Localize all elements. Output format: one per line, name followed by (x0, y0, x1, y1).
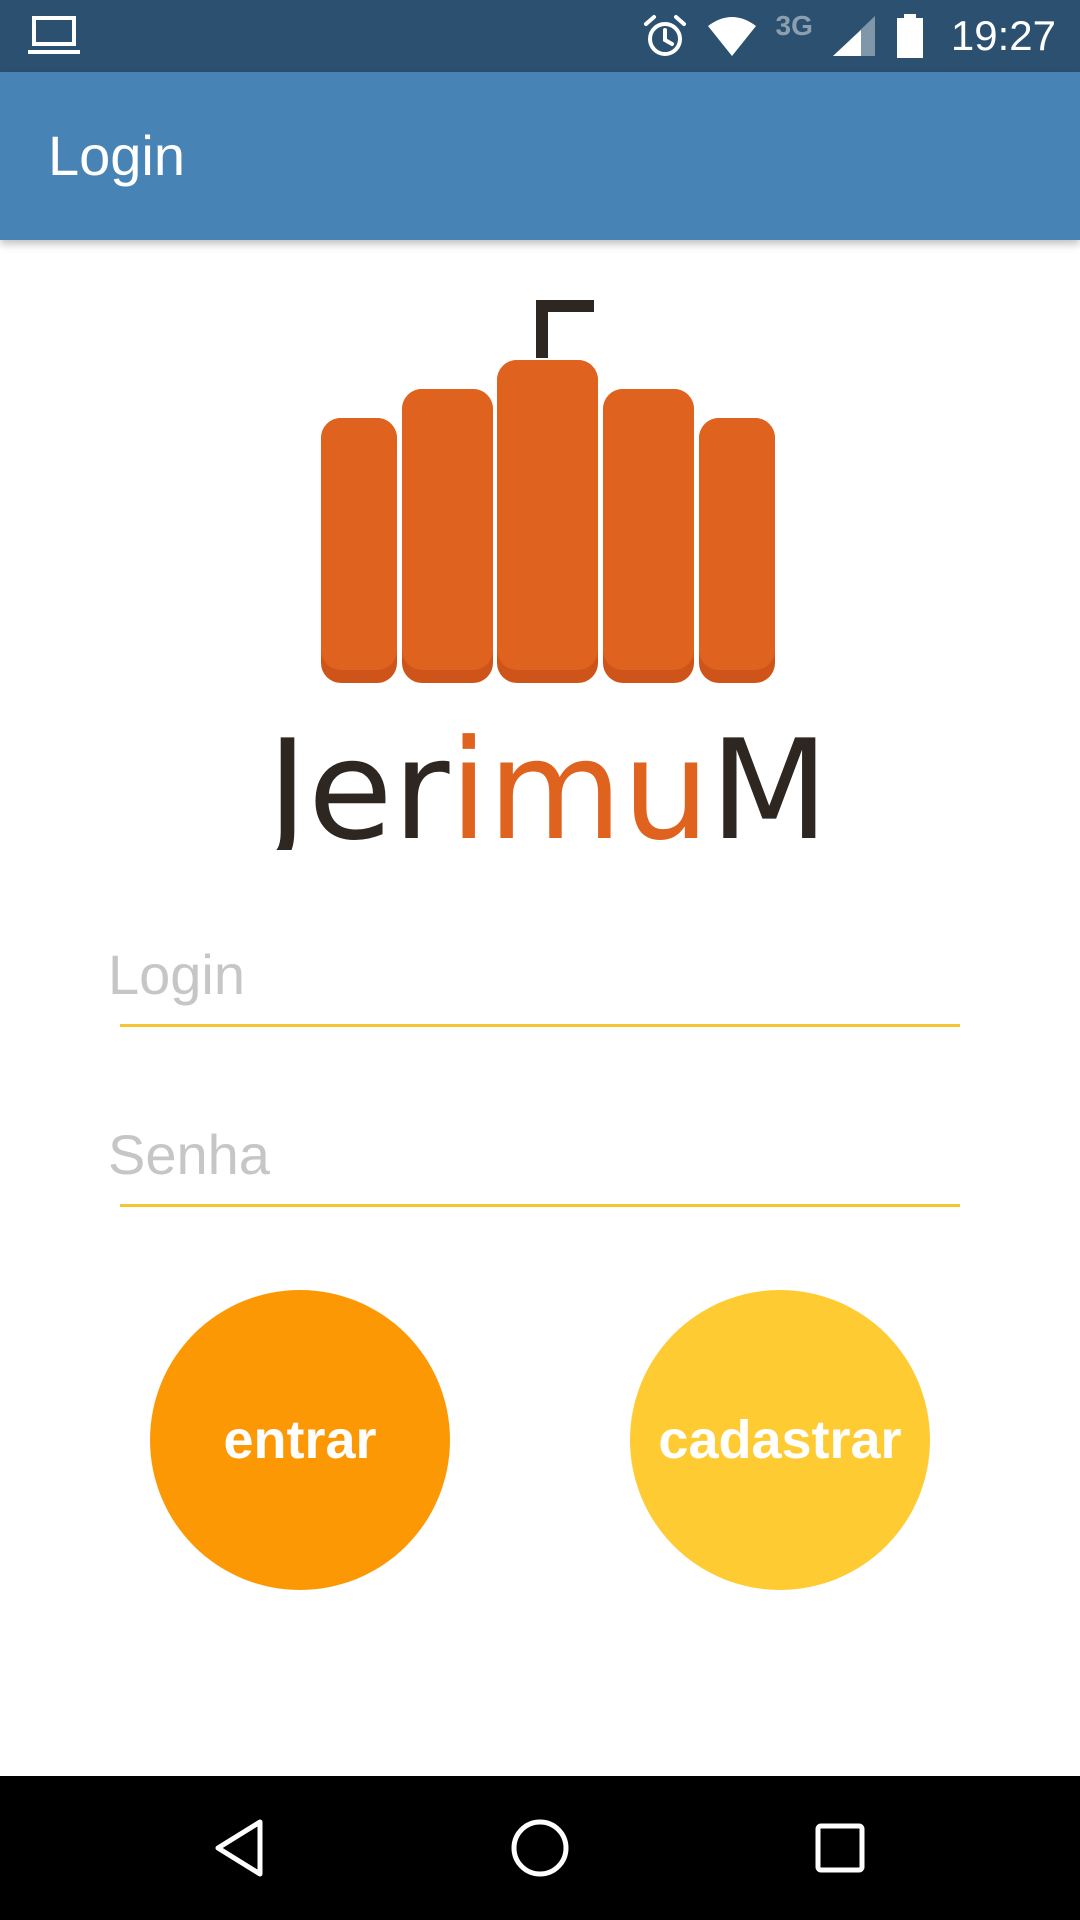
login-input[interactable] (108, 926, 960, 1022)
logo-wordmark: JerimuM (259, 710, 829, 850)
alarm-icon (642, 14, 688, 58)
back-button[interactable] (204, 1812, 276, 1884)
password-field (108, 1106, 960, 1207)
jerimum-logo: JerimuM (250, 290, 830, 871)
home-button[interactable] (504, 1812, 576, 1884)
register-button[interactable]: cadastrar (630, 1290, 930, 1590)
login-screen: 3G 19:27 Login JerimuM Login entrar cada… (0, 0, 1080, 1920)
laptop-icon (28, 14, 80, 58)
status-time: 19:27 (950, 12, 1056, 59)
wifi-icon (706, 14, 758, 58)
enter-button-label: entrar (223, 1410, 377, 1470)
recents-button[interactable] (804, 1812, 876, 1884)
navigation-bar (0, 1776, 1080, 1920)
register-button-label: cadastrar (658, 1410, 902, 1470)
login-underline (120, 1024, 960, 1027)
login-field (108, 926, 960, 1027)
network-type-label: 3G (775, 10, 813, 41)
password-underline (120, 1204, 960, 1207)
enter-button[interactable]: entrar (150, 1290, 450, 1590)
status-bar: 3G 19:27 (0, 0, 1080, 72)
status-icons: 3G 19:27 (642, 0, 1056, 72)
password-input[interactable] (108, 1106, 960, 1202)
back-icon (215, 1819, 263, 1877)
page-title: Login (48, 124, 186, 187)
app-bar: Login (0, 72, 1080, 240)
home-icon (511, 1819, 569, 1877)
battery-icon (895, 14, 925, 58)
pumpkin-stem (536, 300, 594, 358)
recents-icon (815, 1823, 865, 1873)
cell-signal-icon (831, 14, 877, 58)
pumpkin-icon (321, 360, 775, 683)
